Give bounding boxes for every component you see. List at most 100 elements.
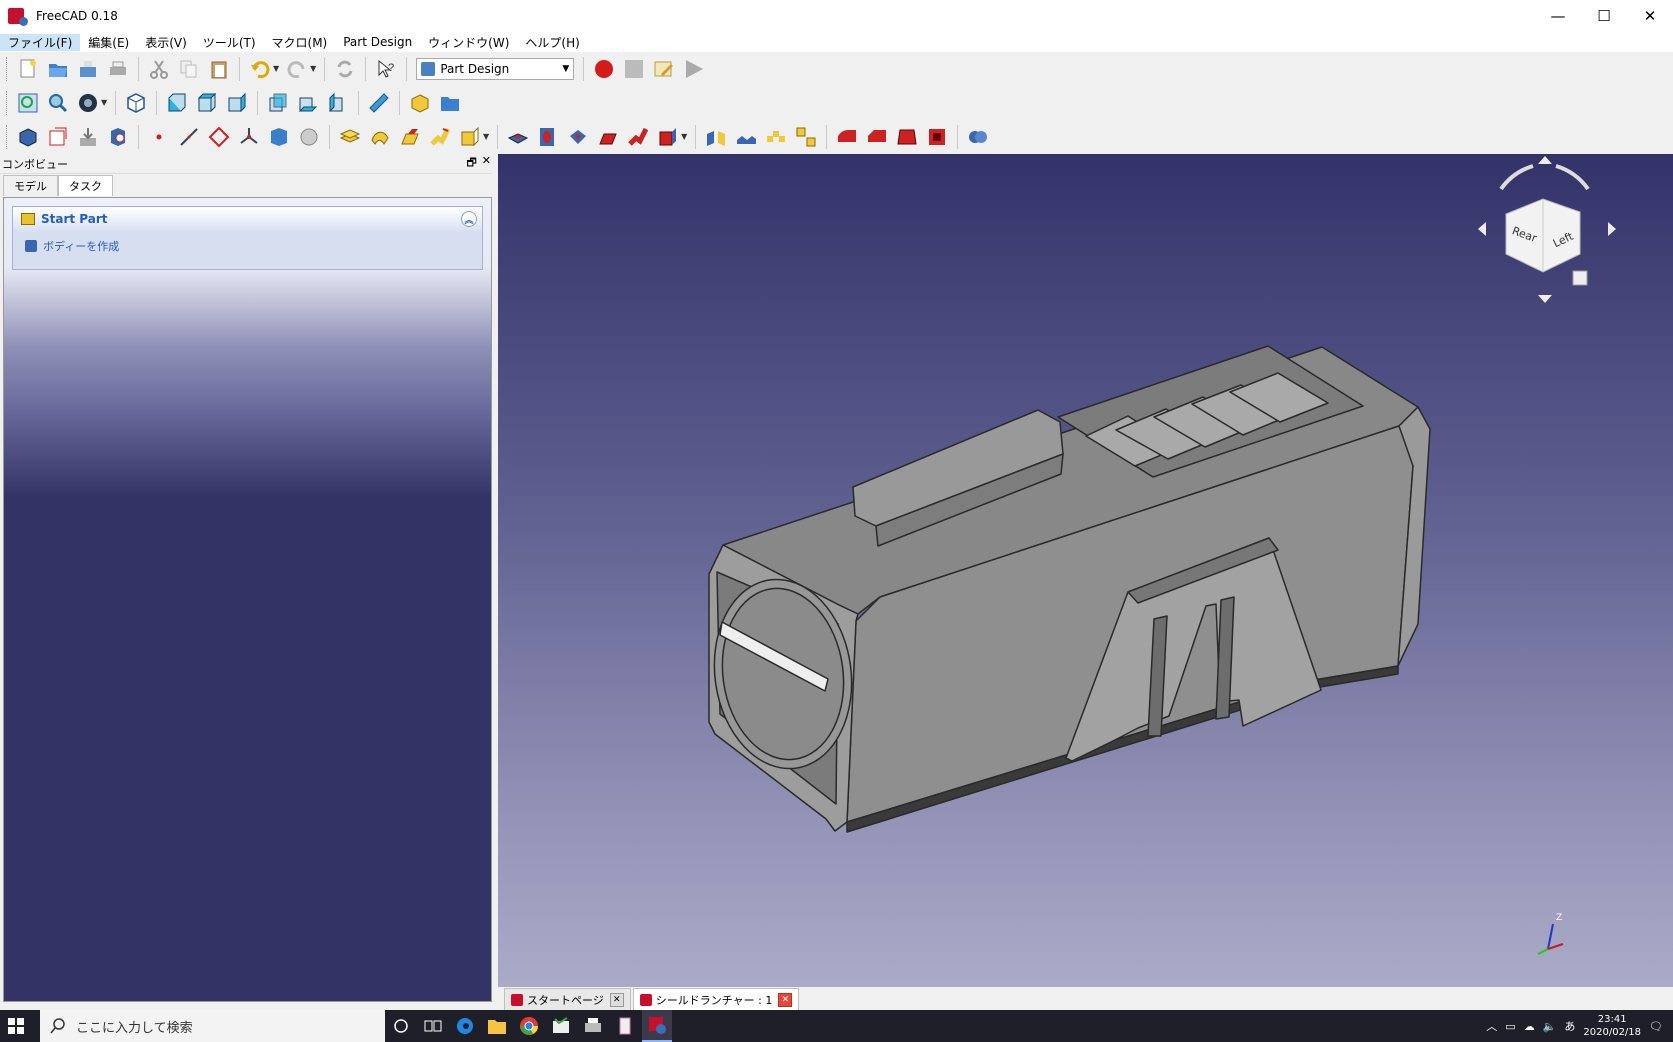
close-button[interactable]: ✕ — [1627, 0, 1673, 32]
file-explorer-icon[interactable] — [482, 1010, 512, 1042]
linear-pattern-icon[interactable] — [733, 124, 759, 150]
clone-icon[interactable] — [266, 124, 292, 150]
workbench-selector[interactable]: Part Design ▼ — [416, 57, 575, 80]
paste-icon[interactable] — [206, 56, 232, 82]
menu-tools[interactable]: ツール(T) — [195, 34, 264, 51]
network-icon[interactable]: ▭ — [1505, 1020, 1515, 1033]
copy-icon[interactable] — [176, 56, 202, 82]
tray-chevron-up-icon[interactable]: ︿ — [1486, 1018, 1497, 1034]
windows-start-icon[interactable] — [0, 1010, 32, 1042]
validate-sketch-icon[interactable] — [75, 124, 101, 150]
menu-edit[interactable]: 編集(E) — [80, 34, 137, 51]
redo-dropdown-icon[interactable]: ▼ — [310, 64, 316, 73]
draw-style-dropdown-icon[interactable]: ▼ — [101, 98, 107, 107]
local-coordinate-system-icon[interactable] — [236, 124, 262, 150]
volume-icon[interactable]: 🔈 — [1543, 1020, 1557, 1033]
float-panel-button[interactable]: 🗗 — [466, 154, 476, 173]
subtractive-pipe-icon[interactable] — [625, 124, 651, 150]
3d-viewport[interactable]: Rear Left Z — [498, 154, 1673, 987]
shape-binder-icon[interactable] — [105, 124, 131, 150]
measure-icon[interactable] — [366, 90, 392, 116]
isometric-view-icon[interactable] — [123, 90, 149, 116]
additive-primitive-icon[interactable] — [457, 124, 483, 150]
stop-macro-icon[interactable] — [621, 56, 647, 82]
record-macro-icon[interactable] — [591, 56, 617, 82]
fit-selection-icon[interactable] — [45, 90, 71, 116]
hole-icon[interactable] — [535, 124, 561, 150]
minimize-button[interactable]: — — [1535, 0, 1581, 32]
create-group-icon[interactable] — [437, 90, 463, 116]
draw-style-icon[interactable] — [75, 90, 101, 116]
open-file-icon[interactable] — [45, 56, 71, 82]
datum-point-icon[interactable] — [146, 124, 172, 150]
tab-shield-launcher[interactable]: シールドランチャー : 1 ✕ — [632, 988, 800, 1010]
printer-app-icon[interactable] — [578, 1010, 608, 1042]
close-panel-button[interactable]: ✕ — [482, 154, 491, 173]
draft-icon[interactable] — [894, 124, 920, 150]
create-sketch-icon[interactable] — [45, 124, 71, 150]
print-icon[interactable] — [105, 56, 131, 82]
front-view-icon[interactable] — [164, 90, 190, 116]
subtractive-loft-icon[interactable] — [595, 124, 621, 150]
boolean-icon[interactable] — [965, 124, 991, 150]
pocket-icon[interactable] — [505, 124, 531, 150]
create-body-icon[interactable] — [15, 124, 41, 150]
edit-macro-icon[interactable] — [651, 56, 677, 82]
fillet-icon[interactable] — [834, 124, 860, 150]
document-app-icon[interactable] — [610, 1010, 640, 1042]
sub-shape-binder-icon[interactable] — [296, 124, 322, 150]
multi-transform-icon[interactable] — [793, 124, 819, 150]
subtractive-primitive-dropdown-icon[interactable]: ▼ — [681, 132, 687, 141]
notification-icon[interactable]: 🗨 — [1649, 1020, 1663, 1033]
rear-view-icon[interactable] — [265, 90, 291, 116]
right-view-icon[interactable] — [224, 90, 250, 116]
chrome-icon[interactable] — [514, 1010, 544, 1042]
taskbar-search-input[interactable]: ここに入力して検索 — [40, 1010, 385, 1042]
whats-this-icon[interactable]: ? — [373, 56, 399, 82]
freecad-taskbar-icon[interactable] — [642, 1010, 672, 1042]
left-view-icon[interactable] — [325, 90, 351, 116]
chamfer-icon[interactable] — [864, 124, 890, 150]
tab-model[interactable]: モデル — [3, 175, 58, 196]
menu-file[interactable]: ファイル(F) — [0, 33, 81, 51]
top-view-icon[interactable] — [194, 90, 220, 116]
datum-line-icon[interactable] — [176, 124, 202, 150]
close-tab-icon[interactable]: ✕ — [609, 992, 624, 1007]
fit-all-icon[interactable] — [15, 90, 41, 116]
navcube-menu-icon[interactable] — [1572, 270, 1588, 286]
task-view-icon[interactable] — [418, 1010, 448, 1042]
groove-icon[interactable] — [565, 124, 591, 150]
close-tab-icon[interactable]: ✕ — [778, 992, 793, 1007]
mirrored-icon[interactable] — [703, 124, 729, 150]
menu-macro[interactable]: マクロ(M) — [264, 34, 336, 51]
pad-icon[interactable] — [337, 124, 363, 150]
run-macro-icon[interactable] — [681, 56, 707, 82]
additive-loft-icon[interactable] — [397, 124, 423, 150]
edge-browser-icon[interactable] — [450, 1010, 480, 1042]
tab-start-page[interactable]: スタートページ ✕ — [504, 988, 631, 1010]
create-part-icon[interactable] — [407, 90, 433, 116]
navigation-cube[interactable]: Rear Left — [1478, 156, 1616, 303]
datum-plane-icon[interactable] — [206, 124, 232, 150]
cut-icon[interactable] — [146, 56, 172, 82]
menu-help[interactable]: ヘルプ(H) — [517, 34, 587, 51]
toolbar-grip[interactable] — [6, 56, 9, 81]
maximize-button[interactable]: ☐ — [1581, 0, 1627, 32]
taskbar-clock[interactable]: 23:41 2020/02/18 — [1583, 1013, 1641, 1039]
redo-icon[interactable] — [284, 56, 310, 82]
thickness-icon[interactable] — [924, 124, 950, 150]
additive-pipe-icon[interactable] — [427, 124, 453, 150]
ime-indicator[interactable]: あ — [1564, 1018, 1575, 1034]
polar-pattern-icon[interactable] — [763, 124, 789, 150]
undo-icon[interactable] — [247, 56, 273, 82]
revolution-icon[interactable] — [367, 124, 393, 150]
additive-primitive-dropdown-icon[interactable]: ▼ — [483, 132, 489, 141]
menu-window[interactable]: ウィンドウ(W) — [420, 34, 517, 51]
mail-app-icon[interactable] — [546, 1010, 576, 1042]
refresh-icon[interactable] — [332, 56, 358, 82]
save-icon[interactable] — [75, 56, 101, 82]
toolbar-grip[interactable] — [6, 124, 9, 149]
toolbar-grip[interactable] — [6, 90, 9, 115]
menu-view[interactable]: 表示(V) — [137, 34, 195, 51]
collapse-icon[interactable]: ︽ — [461, 211, 477, 227]
